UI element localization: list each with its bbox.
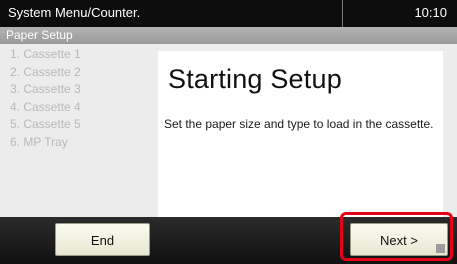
main-area: 1. Cassette 1 2. Cassette 2 3. Cassette … bbox=[0, 44, 457, 217]
end-button[interactable]: End bbox=[55, 223, 150, 256]
step-item-cassette-3: 3. Cassette 3 bbox=[10, 82, 81, 96]
step-item-cassette-2: 2. Cassette 2 bbox=[10, 64, 81, 79]
menu-title: System Menu/Counter. bbox=[8, 5, 141, 20]
step-item-mp-tray: 6. MP Tray bbox=[10, 134, 68, 149]
content-panel: Starting Setup Set the paper size and ty… bbox=[158, 51, 443, 217]
clock: 10:10 bbox=[414, 5, 447, 20]
panel-heading: Starting Setup bbox=[168, 64, 342, 94]
screen-title: Paper Setup bbox=[6, 28, 73, 42]
sub-header: Paper Setup bbox=[0, 27, 457, 44]
step-list: 1. Cassette 1 2. Cassette 2 3. Cassette … bbox=[0, 46, 155, 217]
step-item-cassette-5: 5. Cassette 5 bbox=[10, 117, 81, 131]
end-button-label: End bbox=[90, 233, 115, 248]
top-bar: System Menu/Counter. 10:10 bbox=[0, 0, 457, 27]
next-button-highlight bbox=[340, 212, 453, 261]
step-item-cassette-4: 4. Cassette 4 bbox=[10, 99, 81, 114]
operation-panel-screen: System Menu/Counter. 10:10 Paper Setup 1… bbox=[0, 0, 457, 264]
top-bar-divider bbox=[342, 0, 343, 27]
step-item-cassette-1: 1. Cassette 1 bbox=[10, 47, 81, 61]
panel-description: Set the paper size and type to load in t… bbox=[164, 117, 434, 131]
